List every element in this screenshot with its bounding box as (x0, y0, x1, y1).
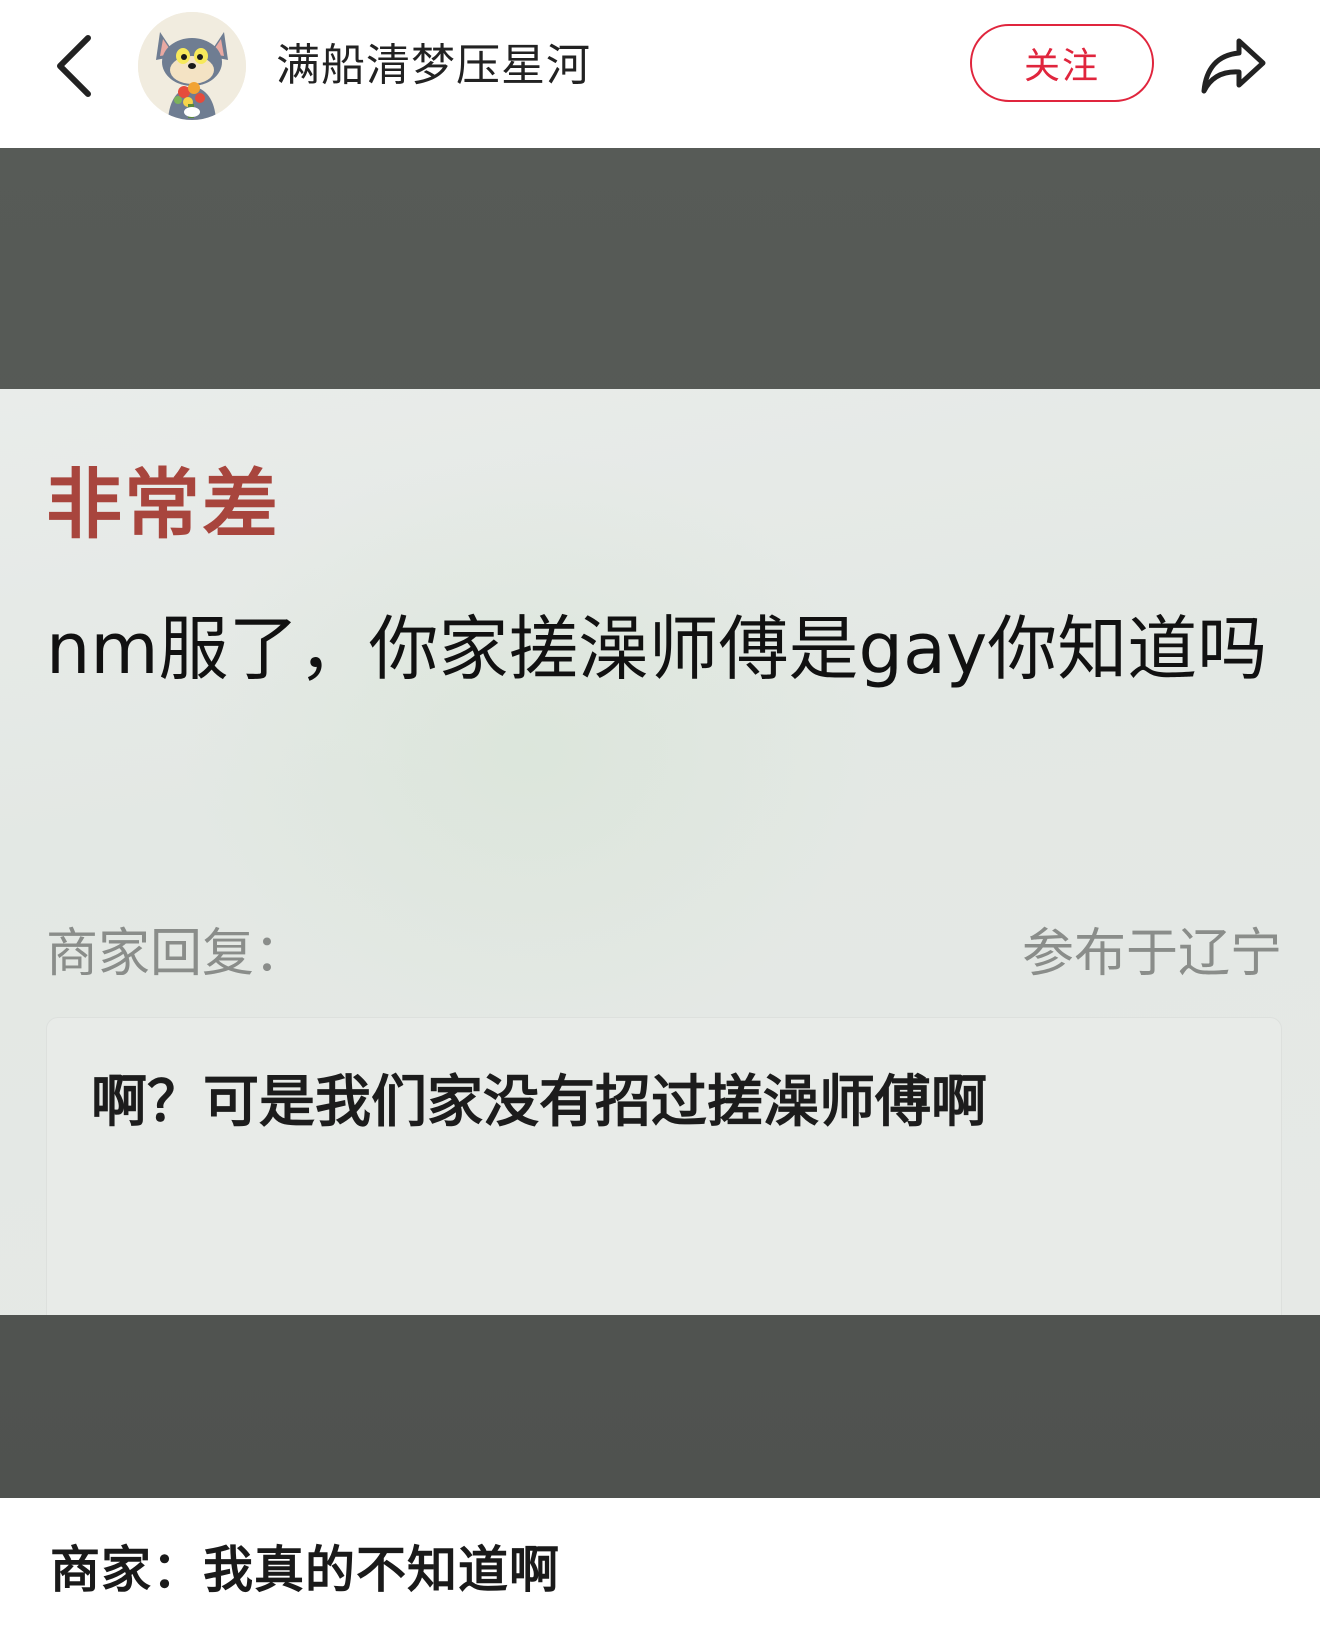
post-caption: 商家：我真的不知道啊 (50, 1541, 560, 1599)
review-rating: 非常差 (46, 460, 280, 549)
share-button[interactable] (1192, 28, 1276, 104)
merchant-reply-box: 啊？可是我们家没有招过搓澡师傅啊 (46, 1017, 1282, 1315)
share-arrow-icon (1201, 38, 1266, 94)
avatar[interactable] (138, 12, 246, 120)
chevron-left-icon (57, 35, 91, 97)
review-text: nm服了，你家搓澡师傅是gay你知道吗 (46, 608, 1268, 690)
username[interactable]: 满船清梦压星河 (276, 36, 591, 96)
review-card: 非常差 nm服了，你家搓澡师傅是gay你知道吗 商家回复： 参布于辽宁 啊？可是… (0, 389, 1320, 1315)
top-bar: 满船清梦压星河 关注 (0, 0, 1320, 148)
cartoon-cat-avatar-icon (138, 12, 246, 120)
follow-button[interactable]: 关注 (970, 24, 1154, 102)
merchant-reply-label: 商家回复： (46, 924, 307, 984)
back-button[interactable] (44, 30, 104, 102)
review-location: 参布于辽宁 (1021, 924, 1282, 984)
merchant-reply-text: 啊？可是我们家没有招过搓澡师傅啊 (91, 1070, 987, 1135)
post-image[interactable]: 非常差 nm服了，你家搓澡师傅是gay你知道吗 商家回复： 参布于辽宁 啊？可是… (0, 148, 1320, 1498)
